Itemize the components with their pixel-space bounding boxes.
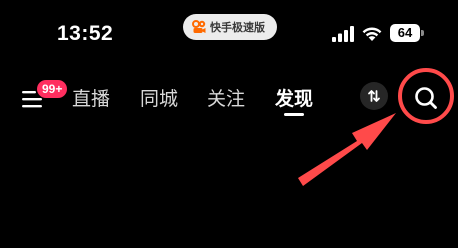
- return-to-app-pill[interactable]: 快手极速版: [183, 14, 277, 40]
- annotation-highlight-circle: [398, 68, 454, 124]
- tab-nearby[interactable]: 同城: [140, 84, 178, 111]
- battery-cap: [421, 30, 424, 36]
- tab-following[interactable]: 关注: [207, 84, 245, 111]
- wifi-icon: [362, 27, 382, 41]
- active-tab-indicator: [284, 113, 304, 116]
- status-time: 13:52: [57, 22, 114, 45]
- swap-button[interactable]: [360, 82, 388, 110]
- tab-live[interactable]: 直播: [72, 84, 110, 111]
- cellular-signal-icon: [332, 26, 354, 42]
- tab-discover[interactable]: 发现: [275, 84, 313, 111]
- battery-icon: 64: [390, 24, 424, 42]
- kuaishou-logo-icon: [192, 20, 206, 33]
- battery-level: 64: [390, 24, 420, 42]
- swap-icon: [368, 90, 380, 102]
- app-name-label: 快手极速版: [210, 21, 265, 34]
- status-bar: 13:52 快手极速版 64: [0, 0, 458, 62]
- notification-badge: 99+: [37, 80, 68, 98]
